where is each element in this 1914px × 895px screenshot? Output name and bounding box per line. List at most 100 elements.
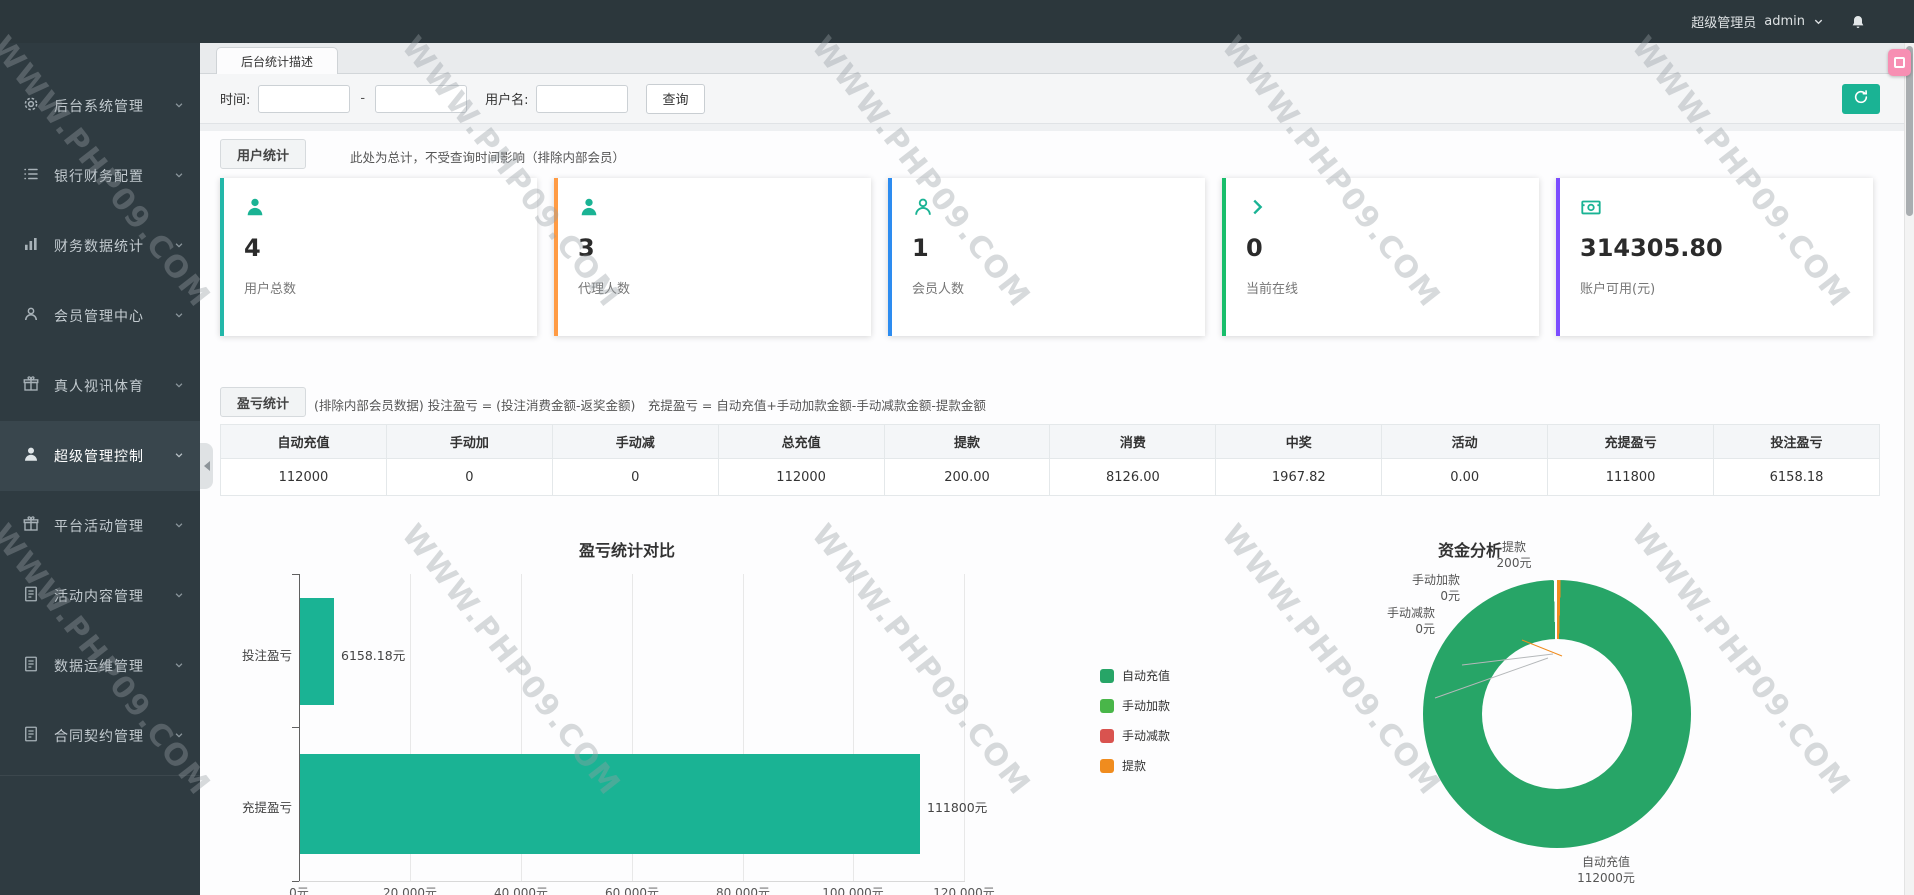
money-icon [1580, 203, 1602, 222]
list-icon [22, 165, 40, 187]
stat-card-balance: 314305.80 账户可用(元) [1556, 178, 1873, 336]
profit-table: 自动充值 手动加 手动减 总充值 提款 消费 中奖 活动 充提盈亏 投注盈亏 1… [220, 424, 1880, 496]
bar-chart-x-axis [299, 881, 965, 882]
bell-icon[interactable] [1850, 14, 1866, 30]
sidebar-item-live-sports[interactable]: 真人视讯体育 [0, 351, 200, 421]
username-label: 用户名: [485, 89, 528, 108]
topbar: 超级管理员 admin [0, 0, 1914, 43]
user-stats-note: 此处为总计，不受查询时间影响（排除内部会员） [350, 147, 625, 166]
sidebar-item-platform-activity[interactable]: 平台活动管理 [0, 491, 200, 561]
stat-value: 3 [578, 234, 851, 262]
bar-bet-profit [300, 598, 334, 705]
donut-label-manual-add: 手动加款 0元 [1370, 573, 1460, 604]
donut-label-withdraw: 提款 200元 [1478, 540, 1550, 571]
user-icon [22, 305, 40, 327]
chevron-down-icon [174, 728, 184, 744]
table-header-cell: 中奖 [1216, 425, 1382, 459]
legend-swatch [1100, 729, 1114, 743]
username: admin [1764, 14, 1805, 29]
legend-item[interactable]: 自动充值 [1100, 667, 1170, 684]
sidebar-collapse-handle[interactable] [200, 443, 213, 489]
tab-bar: 后台统计描述 [200, 43, 1904, 74]
table-header-cell: 手动减 [552, 425, 718, 459]
sidebar-item-label: 数据运维管理 [54, 656, 174, 676]
table-cell: 112000 [718, 459, 884, 496]
x-tick-label: 20,000元 [383, 884, 437, 895]
legend-label: 提款 [1122, 757, 1146, 774]
x-tick-label: 100,000元 [822, 884, 884, 895]
sidebar-item-label: 合同契约管理 [54, 726, 174, 746]
sidebar-item-data-ops[interactable]: 数据运维管理 [0, 631, 200, 701]
donut-label-manual-deduct: 手动减款 0元 [1345, 606, 1435, 637]
table-cell: 111800 [1548, 459, 1714, 496]
sidebar-item-activity-content[interactable]: 活动内容管理 [0, 561, 200, 631]
query-button[interactable]: 查询 [646, 84, 704, 114]
chevron-down-icon [174, 658, 184, 674]
donut-label-line: 0元 [1370, 589, 1460, 605]
tab-backend-statistics[interactable]: 后台统计描述 [216, 47, 338, 75]
user-menu[interactable]: 超级管理员 admin [1691, 12, 1824, 31]
table-cell: 6158.18 [1714, 459, 1880, 496]
x-tick-label: 80,000元 [716, 884, 770, 895]
bar-category-label: 充提盈亏 [214, 797, 292, 816]
sidebar: 后台系统管理 银行财务配置 财务数据统计 会员管理中心 真人视讯体育 超级管理控… [0, 43, 200, 895]
table-cell: 0 [386, 459, 552, 496]
table-header-cell: 总充值 [718, 425, 884, 459]
range-separator: - [360, 91, 365, 106]
legend-label: 手动减款 [1122, 727, 1170, 744]
user-stats-badge: 用户统计 [220, 139, 306, 169]
user-solid-icon [244, 203, 266, 222]
table-row: 112000 0 0 112000 200.00 8126.00 1967.82… [221, 459, 1880, 496]
gridline [964, 574, 965, 881]
stat-card-agents: 3 代理人数 [554, 178, 871, 336]
sidebar-divider [0, 775, 200, 776]
sidebar-item-members[interactable]: 会员管理中心 [0, 281, 200, 351]
table-cell: 0.00 [1382, 459, 1548, 496]
sidebar-item-super-admin[interactable]: 超级管理控制 [0, 421, 200, 491]
chevron-down-icon [174, 588, 184, 604]
axis-tick [292, 574, 299, 575]
time-label: 时间: [220, 89, 250, 108]
donut-label-line: 手动加款 [1370, 573, 1460, 589]
table-header-cell: 消费 [1050, 425, 1216, 459]
sidebar-item-label: 财务数据统计 [54, 236, 174, 256]
x-tick-label: 60,000元 [605, 884, 659, 895]
username-input[interactable] [536, 85, 628, 113]
time-to-input[interactable] [375, 85, 467, 113]
sidebar-item-label: 真人视讯体育 [54, 376, 174, 396]
document-icon [22, 585, 40, 607]
legend-item[interactable]: 提款 [1100, 757, 1170, 774]
stat-value: 1 [912, 234, 1185, 262]
chevron-right-icon [1246, 203, 1268, 222]
chevron-down-icon [174, 378, 184, 394]
sidebar-item-label: 银行财务配置 [54, 166, 174, 186]
scrollbar [1904, 43, 1914, 895]
chart-icon [22, 235, 40, 257]
sidebar-item-system[interactable]: 后台系统管理 [0, 71, 200, 141]
sidebar-item-contracts[interactable]: 合同契约管理 [0, 701, 200, 771]
sidebar-item-bank[interactable]: 银行财务配置 [0, 141, 200, 211]
legend-swatch [1100, 669, 1114, 683]
bar-chart-title: 盈亏统计对比 [527, 537, 727, 561]
sidebar-item-label: 会员管理中心 [54, 306, 174, 326]
sidebar-item-finance-stats[interactable]: 财务数据统计 [0, 211, 200, 281]
table-cell: 112000 [221, 459, 387, 496]
legend-item[interactable]: 手动加款 [1100, 697, 1170, 714]
document-icon [22, 725, 40, 747]
chevron-down-icon [1813, 12, 1824, 31]
document-icon [22, 655, 40, 677]
donut-label-line: 手动减款 [1345, 606, 1435, 622]
stat-value: 314305.80 [1580, 234, 1853, 262]
gear-icon [22, 95, 40, 117]
refresh-button[interactable] [1842, 84, 1880, 114]
bar-recharge-profit [300, 754, 920, 854]
stat-label: 代理人数 [578, 278, 851, 297]
floating-service-tab[interactable] [1888, 49, 1911, 76]
time-from-input[interactable] [258, 85, 350, 113]
profit-stats-note: (排除内部会员数据) 投注盈亏 = (投注消费金额-返奖金额) 充提盈亏 = 自… [314, 395, 986, 414]
legend-item[interactable]: 手动减款 [1100, 727, 1170, 744]
table-header-row: 自动充值 手动加 手动减 总充值 提款 消费 中奖 活动 充提盈亏 投注盈亏 [221, 425, 1880, 459]
gift-icon [22, 375, 40, 397]
x-tick-label: 120,000元 [933, 884, 995, 895]
sidebar-item-label: 后台系统管理 [54, 96, 174, 116]
